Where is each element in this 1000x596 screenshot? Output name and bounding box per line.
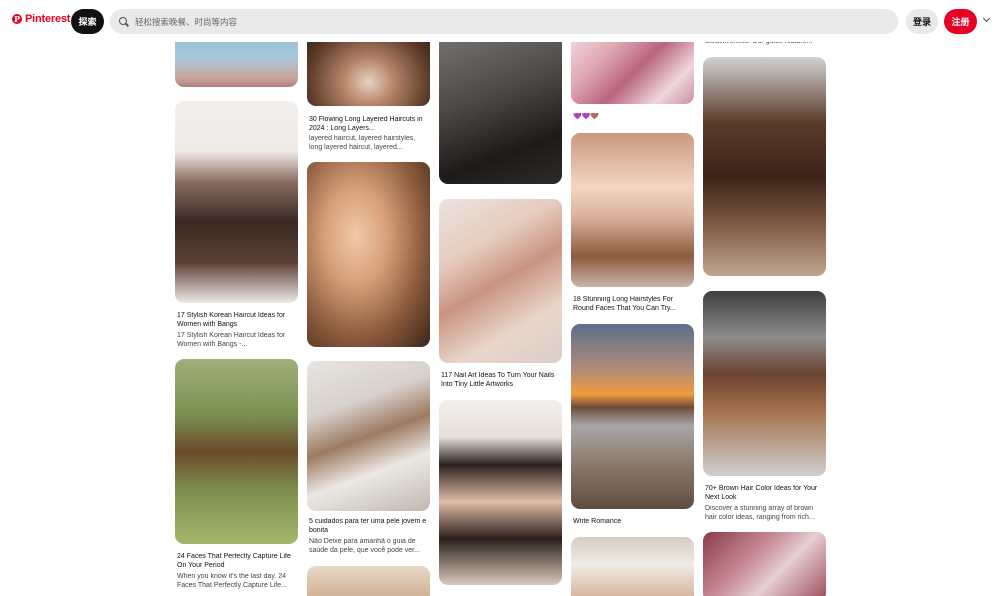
pin-image[interactable] [703,291,826,476]
pin-image[interactable] [439,26,562,184]
pinterest-logo[interactable]: P Pinterest [12,13,70,25]
pin-image[interactable] [307,361,430,511]
chevron-down-icon[interactable] [983,16,991,24]
top-nav-bar: P Pinterest 探索 登录 注册 [0,0,1000,42]
pin-title[interactable]: 5 cuidados para ter uma pele jovem e bon… [309,518,429,535]
pin-image[interactable] [307,566,430,596]
logo-wordmark: Pinterest [25,13,71,25]
signup-button[interactable]: 注册 [944,9,977,34]
login-button[interactable]: 登录 [906,9,938,34]
search-input[interactable] [135,16,875,27]
pin-image[interactable] [175,101,298,303]
pin-image[interactable] [175,359,298,544]
pin-title[interactable]: 💜💜🤎 [573,113,693,122]
pin-description: Discover a stunning array of brown hair … [705,505,815,521]
pin-image[interactable] [703,57,826,276]
search-bar[interactable] [110,9,898,34]
pin-title[interactable]: 117 Nail Art Ideas To Turn Your Nails In… [441,372,561,389]
pin-description: When you know it's the last day. 24 Face… [177,573,287,589]
pin-title[interactable]: 30 Flowing Long Layered Haircuts in 2024… [309,116,429,133]
pin-description: layered haircut, layered hairstyles, lon… [309,135,416,151]
pin-image[interactable] [439,199,562,363]
pin-image[interactable] [571,324,694,509]
pin-description: 17 Stylish Korean Haircut Ideas for Wome… [177,332,286,348]
pin-title[interactable]: 24 Faces That Perfectly Capture Life On … [177,553,297,570]
pin-image[interactable] [571,537,694,596]
pin-image[interactable] [571,133,694,287]
pin-title[interactable]: 18 Stunning Long Hairstyles For Round Fa… [573,296,693,313]
pin-image[interactable] [703,532,826,596]
pin-description: Não Deixe para amanhã o guia de saúde da… [309,538,420,554]
explore-button[interactable]: 探索 [71,9,104,34]
pinterest-logo-icon: P [12,14,22,24]
search-icon [119,16,129,27]
pin-title[interactable]: 70+ Brown Hair Color Ideas for Your Next… [705,485,825,502]
pin-title[interactable]: 17 Stylish Korean Haircut Ideas for Wome… [177,312,297,329]
pin-image[interactable] [307,162,430,347]
pin-title[interactable]: Write Romance [573,518,693,527]
pin-image[interactable] [439,400,562,585]
